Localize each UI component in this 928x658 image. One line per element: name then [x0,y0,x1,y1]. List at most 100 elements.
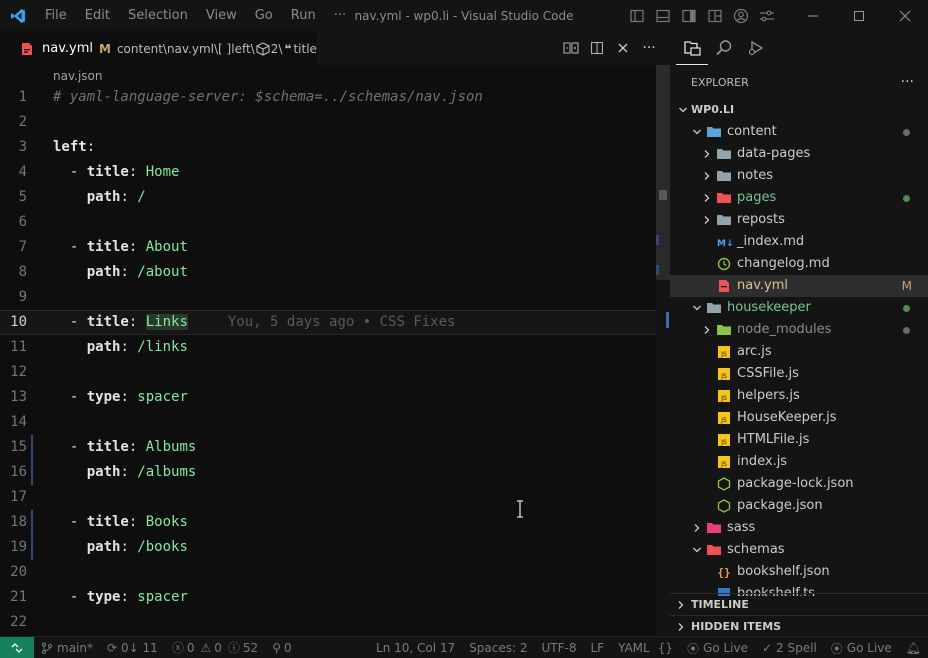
tree-item[interactable]: notes [670,165,928,187]
search-icon[interactable] [708,31,740,65]
code-line[interactable]: 11 path: /links [0,335,656,360]
code-line[interactable]: 2 [0,110,656,135]
tree-item[interactable]: JS HTMLFile.js [670,429,928,451]
tree-item[interactable]: nav.yml M [670,275,928,297]
go-live-status[interactable]: ⦿ Go Live [680,637,755,658]
tree-item[interactable]: pages [670,187,928,209]
editor-scrollbar[interactable] [656,65,670,635]
toggle-panel-icon[interactable] [650,0,676,31]
hidden-items-section[interactable]: HIDDEN ITEMS [670,615,928,637]
breadcrumb-index[interactable]: 2\ [271,42,283,56]
sync-status[interactable]: ⟳ 0↓ 11 [100,637,165,658]
code-line[interactable]: 17 [0,485,656,510]
tree-item[interactable]: reposts [670,209,928,231]
menu-edit[interactable]: Edit [76,0,119,31]
code-line[interactable]: 12 [0,360,656,385]
tree-item-label: sass [727,520,756,535]
code-line[interactable]: 7 - title: About [0,235,656,260]
explorer-files-icon[interactable] [676,31,708,65]
tree-root-wp0li[interactable]: WP0.LI [670,99,928,121]
accounts-icon[interactable] [728,0,754,31]
menu-run[interactable]: Run [282,0,325,31]
menu-more[interactable]: ··· [325,0,355,31]
go-live-status-2[interactable]: ⦿ Go Live [824,637,899,658]
code-line[interactable]: 8 path: /about [0,260,656,285]
git-branch-icon [42,642,52,654]
indentation-status[interactable]: Spaces: 2 [462,637,534,658]
code-line[interactable]: 5 path: / [0,185,656,210]
eol-status[interactable]: LF [583,637,611,658]
yaml-key: title [86,314,129,330]
breadcrumb[interactable]: nav.json [53,69,102,83]
more-actions-icon[interactable]: ··· [636,31,662,65]
menu-file[interactable]: File [36,0,76,31]
minimize-button[interactable] [790,0,836,31]
customize-layout-icon[interactable] [702,0,728,31]
code-editor[interactable]: 1 # yaml-language-server: $schema=../sche… [0,85,656,635]
code-line[interactable]: 1 # yaml-language-server: $schema=../sche… [0,85,656,110]
code-line[interactable]: 21 - type: spacer [0,585,656,610]
cursor-position[interactable]: Ln 10, Col 17 [369,637,462,658]
tree-item[interactable]: {} bookshelf.json [670,561,928,583]
scrollbar-thumb[interactable] [656,65,670,280]
language-mode[interactable]: YAML {} [611,637,680,658]
tree-item[interactable]: package.json [670,495,928,517]
menu-selection[interactable]: Selection [119,0,197,31]
tree-item[interactable]: sass [670,517,928,539]
code-line[interactable]: 3 left: [0,135,656,160]
yaml-key: path [86,464,121,480]
split-editor-icon[interactable] [584,31,610,65]
tree-item[interactable]: data-pages [670,143,928,165]
problems-status[interactable]: ⓧ 0 ⚠ 0 ⓘ 52 [165,637,265,658]
code-line[interactable]: 6 [0,210,656,235]
code-line[interactable]: 16 path: /albums [0,460,656,485]
tree-item[interactable]: JS helpers.js [670,385,928,407]
tree-item[interactable]: M↓ _index.md [670,231,928,253]
tree-item[interactable]: changelog.md [670,253,928,275]
code-line[interactable]: 18 - title: Books [0,510,656,535]
javascript-file-icon: JS [716,366,732,382]
close-tab-icon[interactable] [610,31,636,65]
ports-status[interactable]: ⚲ 0 [265,637,298,658]
tree-item[interactable]: JS arc.js [670,341,928,363]
code-line[interactable]: 20 [0,560,656,585]
tree-item[interactable]: JS HouseKeeper.js [670,407,928,429]
settings-sliders-icon[interactable] [754,0,780,31]
code-line[interactable]: 14 [0,410,656,435]
maximize-button[interactable] [836,0,882,31]
line-number: 17 [10,489,27,505]
editor-tab-nav-yml[interactable]: nav.yml M content\nav.yml\[ ]left\ 2\ ❝ … [0,31,317,65]
code-line[interactable]: 4 - title: Home [0,160,656,185]
tree-item[interactable]: schemas [670,539,928,561]
breadcrumb-key[interactable]: title [293,42,316,56]
yaml-separator: : [120,339,138,355]
spell-status[interactable]: ✓ 2 Spell [755,637,824,658]
remote-indicator[interactable] [0,636,34,658]
line-content: - title: Links You, 5 days ago • CSS Fixe… [53,311,455,334]
menu-view[interactable]: View [197,0,246,31]
explorer-more-actions-icon[interactable]: ··· [901,65,914,99]
close-window-button[interactable] [882,0,928,31]
code-line[interactable]: 10 - title: Links You, 5 days ago • CSS F… [0,310,656,335]
code-line[interactable]: 9 [0,285,656,310]
tree-item[interactable]: housekeeper [670,297,928,319]
breadcrumb-path[interactable]: content\nav.yml\[ ]left\ [117,42,255,56]
branch-status[interactable]: main* [34,637,100,658]
run-debug-icon[interactable] [740,31,772,65]
tree-item[interactable]: JS CSSFile.js [670,363,928,385]
tree-item[interactable]: node_modules [670,319,928,341]
code-line[interactable]: 15 - title: Albums [0,435,656,460]
timeline-section[interactable]: TIMELINE [670,593,928,615]
code-line[interactable]: 13 - type: spacer [0,385,656,410]
toggle-secondary-sidebar-icon[interactable] [676,0,702,31]
toggle-primary-sidebar-icon[interactable] [624,0,650,31]
code-line[interactable]: 22 [0,610,656,635]
tree-item[interactable]: JS index.js [670,451,928,473]
encoding-status[interactable]: UTF-8 [534,637,583,658]
menu-go[interactable]: Go [246,0,282,31]
tree-item[interactable]: package-lock.json [670,473,928,495]
code-line[interactable]: 19 path: /books [0,535,656,560]
notifications-bell-icon[interactable]: 🔔︎ [899,637,928,658]
tree-item[interactable]: content [670,121,928,143]
compare-changes-icon[interactable] [558,31,584,65]
